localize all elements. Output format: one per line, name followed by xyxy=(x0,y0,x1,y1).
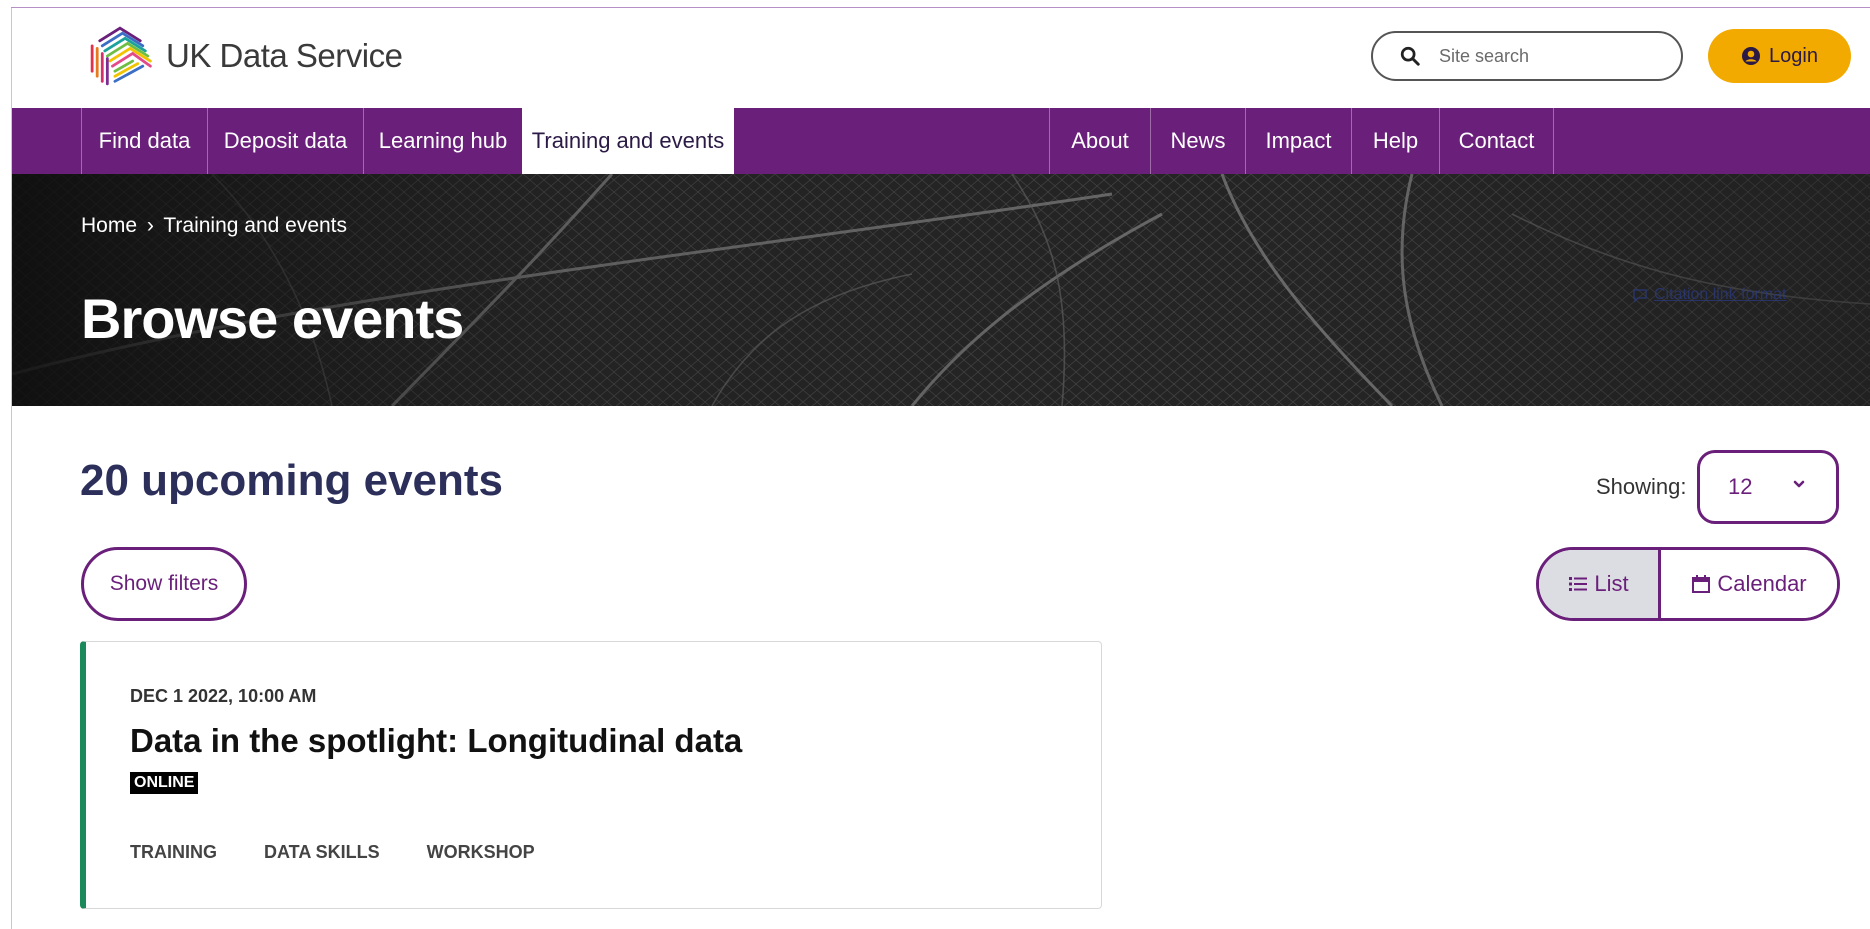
nav-item-label: Impact xyxy=(1265,128,1332,153)
breadcrumb: Home › Training and events xyxy=(81,214,347,238)
site-header: UK Data Service Site search Login xyxy=(12,8,1870,108)
page-title: Browse events xyxy=(81,287,464,350)
event-card[interactable]: DEC 1 2022, 10:00 AM Data in the spotlig… xyxy=(80,641,1102,909)
nav-item-contact[interactable]: Contact xyxy=(1439,108,1553,174)
nav-item-label: Learning hub xyxy=(378,128,508,153)
results-per-page-select[interactable]: 12 xyxy=(1697,450,1839,524)
view-toggle: List Calendar xyxy=(1536,547,1840,621)
view-list-label: List xyxy=(1594,571,1629,596)
breadcrumb-current: Training and events xyxy=(163,214,348,237)
quote-icon xyxy=(1633,289,1647,303)
event-tag: DATA SKILLS xyxy=(264,842,380,862)
show-filters-button[interactable]: Show filters xyxy=(81,547,247,621)
nav-item-label: Deposit data xyxy=(223,128,348,153)
event-date: DEC 1 2022, 10:00 AM xyxy=(130,686,317,706)
calendar-icon xyxy=(1692,575,1711,593)
breadcrumb-home-link[interactable]: Home xyxy=(81,214,137,237)
logo-wordmark: UK Data Service xyxy=(166,37,403,74)
user-circle-icon xyxy=(1742,47,1761,65)
nav-item-label: Contact xyxy=(1458,128,1535,153)
nav-item-label: News xyxy=(1170,128,1226,153)
event-tag: TRAINING xyxy=(130,842,217,862)
showing-label: Showing: xyxy=(1596,474,1687,499)
nav-item-about[interactable]: About xyxy=(1049,108,1150,174)
hero-credit-text: Citation link format xyxy=(1654,286,1787,303)
nav-item-impact[interactable]: Impact xyxy=(1245,108,1351,174)
nav-item-deposit-data[interactable]: Deposit data xyxy=(207,108,363,174)
event-title[interactable]: Data in the spotlight: Longitudinal data xyxy=(130,722,742,760)
list-icon xyxy=(1569,577,1588,591)
view-calendar-button[interactable]: Calendar xyxy=(1661,550,1837,618)
nav-item-help[interactable]: Help xyxy=(1351,108,1439,174)
site-search-input[interactable]: Site search xyxy=(1371,31,1683,81)
chevron-down-icon xyxy=(1793,480,1805,488)
nav-item-label: About xyxy=(1071,128,1129,153)
nav-item-label: Training and events xyxy=(531,128,725,153)
event-tags: TRAINING DATA SKILLS WORKSHOP xyxy=(130,842,535,863)
page-hero: Home › Training and events Browse events… xyxy=(12,174,1870,406)
search-placeholder: Site search xyxy=(1439,45,1530,66)
event-tag: WORKSHOP xyxy=(426,842,535,862)
nav-item-news[interactable]: News xyxy=(1150,108,1245,174)
nav-item-find-data[interactable]: Find data xyxy=(81,108,207,174)
main-nav: Find data Deposit data Learning hub Trai… xyxy=(12,108,1870,174)
nav-item-training-and-events[interactable]: Training and events xyxy=(522,108,734,174)
view-calendar-label: Calendar xyxy=(1717,571,1807,596)
nav-item-learning-hub[interactable]: Learning hub xyxy=(363,108,522,174)
login-label: Login xyxy=(1769,44,1818,67)
nav-item-label: Help xyxy=(1372,128,1419,153)
site-logo[interactable]: UK Data Service xyxy=(82,20,403,92)
breadcrumb-separator: › xyxy=(146,214,154,237)
nav-item-label: Find data xyxy=(98,128,191,153)
results-count: 20 upcoming events xyxy=(80,456,504,505)
nav-divider xyxy=(1553,108,1554,174)
logo-icon xyxy=(90,26,152,86)
show-filters-label: Show filters xyxy=(109,572,219,595)
event-format-badge: ONLINE xyxy=(130,772,199,794)
search-icon xyxy=(1400,46,1420,66)
hero-credit-link[interactable]: Citation link format xyxy=(1632,286,1787,304)
view-list-button[interactable]: List xyxy=(1539,550,1661,618)
results-per-page-value: 12 xyxy=(1728,474,1753,499)
login-button[interactable]: Login xyxy=(1708,29,1851,83)
